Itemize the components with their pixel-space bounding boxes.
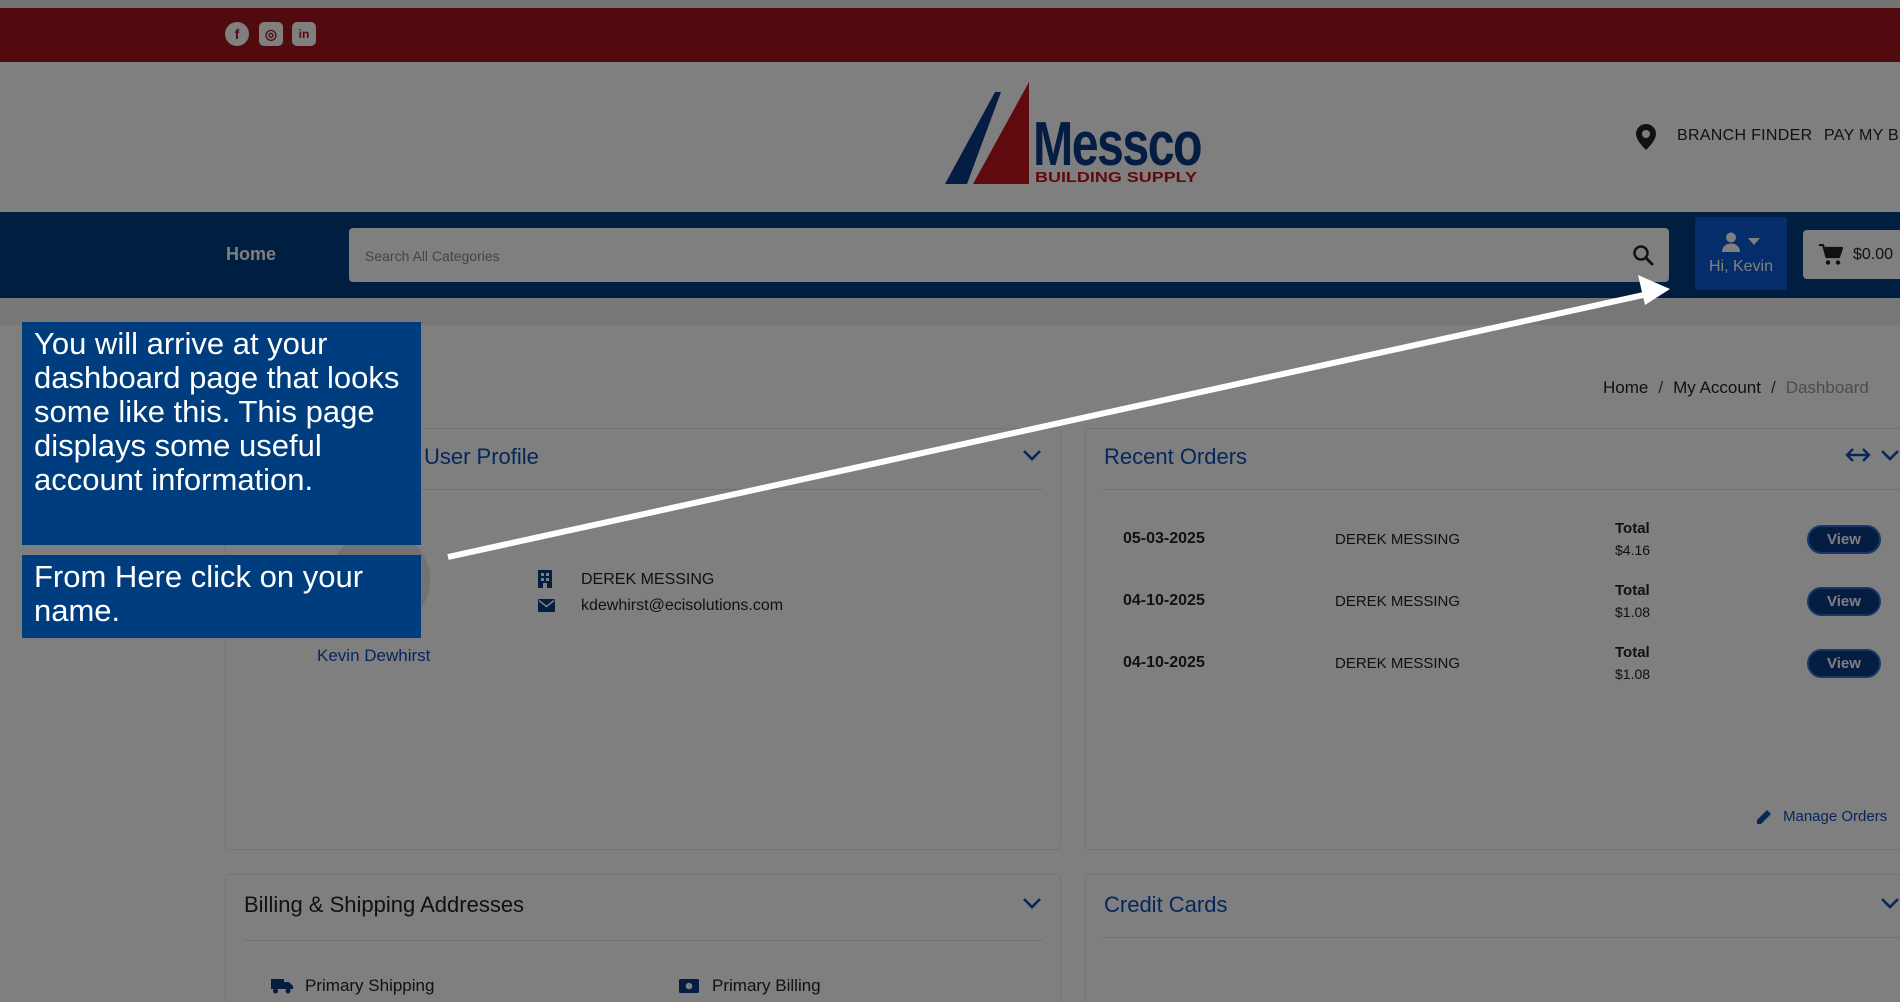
tutorial-callout: You will arrive at your dashboard page t…	[22, 322, 421, 545]
page: f ◎ in Messco BUILDING SUPPLY BRANCH FIN…	[0, 0, 1900, 1002]
tutorial-callout-instruction: From Here click on your name.	[22, 555, 421, 638]
